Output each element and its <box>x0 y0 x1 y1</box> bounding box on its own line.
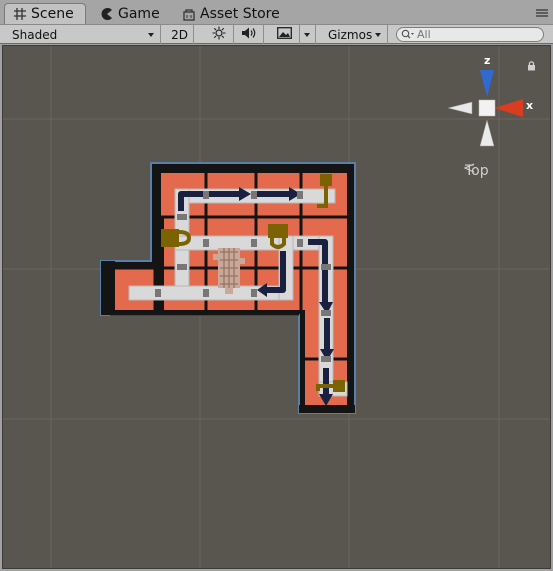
shading-mode-label: Shaded <box>12 27 58 42</box>
scene-toolbar: Shaded 2D Gizmos <box>0 24 553 44</box>
2d-label: 2D <box>171 27 188 42</box>
gizmos-dropdown[interactable]: Gizmos <box>322 25 388 44</box>
tab-asset-store[interactable]: Asset Store <box>174 3 296 24</box>
store-icon <box>182 7 196 21</box>
2d-toggle-button[interactable]: 2D <box>166 25 194 44</box>
tab-label: Asset Store <box>200 5 280 22</box>
tab-scene[interactable]: Scene <box>4 3 86 24</box>
pacman-icon <box>100 7 114 21</box>
gizmo-z-label: z <box>484 54 491 67</box>
gizmos-label: Gizmos <box>328 27 373 42</box>
search-icon <box>401 29 415 43</box>
tab-label: Game <box>118 5 160 22</box>
shading-mode-dropdown[interactable]: Shaded <box>6 25 161 44</box>
orientation-gizmo[interactable] <box>447 70 523 147</box>
scene-canvas <box>3 46 550 568</box>
audio-toggle-button[interactable] <box>234 25 264 44</box>
level-board <box>100 162 356 414</box>
search-input[interactable] <box>417 28 537 41</box>
sun-icon <box>212 26 226 43</box>
chevron-down-icon <box>304 33 310 37</box>
gizmo-x-label: x <box>526 99 534 112</box>
tab-label: Scene <box>31 6 74 22</box>
effects-toggle-button[interactable] <box>270 25 300 44</box>
speaker-icon <box>241 26 257 43</box>
search-field[interactable] <box>396 27 544 42</box>
tab-bar: Scene Game Asset Store <box>0 0 553 24</box>
tab-game[interactable]: Game <box>92 3 172 24</box>
lighting-toggle-button[interactable] <box>204 25 234 44</box>
view-orientation-label[interactable]: Top <box>463 163 489 179</box>
chevron-down-icon <box>148 33 154 37</box>
chevron-down-icon <box>375 33 381 37</box>
menu-icon[interactable] <box>535 8 549 18</box>
scene-window: Scene Game Asset Store Shaded 2D Gizmos … <box>0 0 553 571</box>
image-icon <box>277 27 292 42</box>
scene-viewport[interactable]: z x Top <box>2 45 551 569</box>
effects-dropdown[interactable] <box>300 25 316 44</box>
grid-icon <box>13 7 27 21</box>
